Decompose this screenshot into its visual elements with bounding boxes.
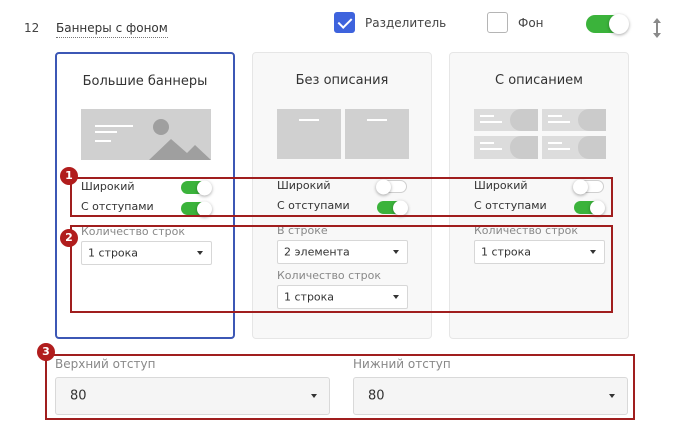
background-label: Фон [518, 16, 544, 30]
large-banner-preview-icon [81, 109, 211, 160]
annotation-badge-1: 1 [60, 167, 78, 185]
banner-preview-icon [277, 109, 341, 159]
annotation-badge-3: 3 [37, 343, 55, 361]
drag-handle-icon[interactable] [652, 17, 662, 39]
toggle-knob [609, 14, 629, 34]
divider-checkbox[interactable] [334, 12, 355, 33]
banner-preview-icon [345, 109, 409, 159]
card-title: Без описания [295, 73, 389, 88]
described-banner-preview-icon [474, 136, 538, 159]
section-title[interactable]: Баннеры с фоном [56, 21, 168, 38]
card-title: С описанием [495, 73, 583, 88]
described-banner-preview-icon [474, 109, 538, 131]
annotation-box-1 [70, 177, 613, 217]
section-enabled-toggle[interactable] [586, 14, 629, 34]
card-title: Большие баннеры [82, 74, 208, 89]
annotation-box-3 [45, 354, 635, 420]
described-banner-preview-icon [542, 136, 606, 159]
divider-label: Разделитель [365, 16, 447, 30]
row-number: 12 [24, 21, 40, 35]
annotation-box-2 [70, 225, 613, 313]
described-banner-preview-icon [542, 109, 606, 131]
annotation-badge-2: 2 [60, 229, 78, 247]
background-checkbox[interactable] [487, 12, 508, 33]
